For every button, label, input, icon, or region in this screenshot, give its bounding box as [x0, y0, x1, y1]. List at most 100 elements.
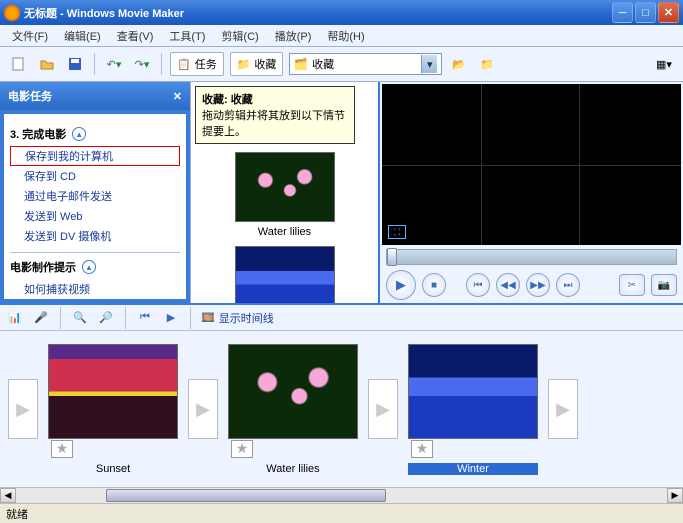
scroll-left-button[interactable]: ◀	[0, 488, 16, 503]
forward-button[interactable]: ▶▶	[526, 273, 550, 297]
timeline-area: 📊 🎤 🔍 🔎 ⏮ ▶ 🎞️ 显示时间线 ▶ ★ Sunset ▶ ★ Wate…	[0, 303, 683, 503]
split-button[interactable]: ✂	[619, 274, 645, 296]
play-timeline-button[interactable]: ▶	[162, 309, 180, 327]
menu-view[interactable]: 查看(V)	[111, 26, 160, 46]
narrate-button[interactable]: 🎤	[32, 309, 50, 327]
collection-dropdown[interactable]: 🗂️ 收藏 ▾	[289, 53, 442, 75]
effect-slot[interactable]: ★	[51, 440, 73, 458]
seek-bar[interactable]	[386, 249, 677, 265]
storyboard-clip-selected[interactable]: ★ Winter	[408, 344, 538, 475]
timeline-icon: 🎞️	[201, 311, 215, 324]
preview-pane: ⛶ ▶ ■ ⏮ ◀◀ ▶▶ ⏭ ✂ 📷	[378, 82, 683, 303]
transition-slot[interactable]: ▶	[188, 379, 218, 439]
clip-thumb-winter: ★	[408, 344, 538, 439]
tasks-icon: 📋	[177, 58, 191, 71]
title-bar: 无标题 - Windows Movie Maker ─ □ ✕	[0, 0, 683, 25]
effect-slot[interactable]: ★	[231, 440, 253, 458]
transition-slot[interactable]: ▶	[548, 379, 578, 439]
up-folder-button[interactable]: 📂	[448, 53, 470, 75]
task-save-to-cd[interactable]: 保存到 CD	[10, 166, 180, 186]
tooltip-title: 收藏: 收藏	[202, 94, 253, 106]
zoom-in-button[interactable]: 🔍	[71, 309, 89, 327]
menu-file[interactable]: 文件(F)	[6, 26, 54, 46]
menu-help[interactable]: 帮助(H)	[321, 26, 370, 46]
timeline-scrollbar[interactable]: ◀ ▶	[0, 487, 683, 503]
menu-edit[interactable]: 编辑(E)	[58, 26, 107, 46]
collection-item[interactable]: Water lilies	[195, 152, 374, 238]
next-clip-button[interactable]: ⏭	[556, 273, 580, 297]
chevron-down-icon[interactable]: ▾	[421, 55, 437, 73]
thumbnail-winter	[235, 246, 335, 303]
storyboard-clip[interactable]: ★ Water lilies	[228, 344, 358, 475]
scroll-right-button[interactable]: ▶	[667, 488, 683, 503]
preview-screen[interactable]: ⛶	[382, 84, 681, 245]
clip-label: Sunset	[48, 463, 178, 475]
snapshot-button[interactable]: 📷	[651, 274, 677, 296]
collapse-icon[interactable]: ▲	[82, 260, 96, 274]
menu-tools[interactable]: 工具(T)	[163, 26, 211, 46]
collection-pane: 收藏: 收藏 拖动剪辑并将其放到以下情节提要上。 Water lilies	[190, 82, 378, 303]
toolbar-divider	[94, 53, 95, 75]
toolbar: ↶▾ ↷▾ 📋 任务 📁 收藏 🗂️ 收藏 ▾ 📂 📁 ▦▾	[0, 47, 683, 82]
play-button[interactable]: ▶	[386, 270, 416, 300]
tip-capture-video[interactable]: 如何捕获视频	[10, 279, 180, 299]
tooltip: 收藏: 收藏 拖动剪辑并将其放到以下情节提要上。	[195, 86, 355, 144]
folder-icon: 📁	[237, 58, 251, 71]
collection-item-label: Water lilies	[195, 226, 374, 238]
tasks-button[interactable]: 📋 任务	[170, 52, 224, 76]
status-bar: 就绪	[0, 503, 683, 523]
new-project-button[interactable]	[8, 53, 30, 75]
new-folder-button[interactable]: 📁	[476, 53, 498, 75]
rewind-button[interactable]: ◀◀	[496, 273, 520, 297]
timeline-zoom-button[interactable]: 📊	[6, 309, 24, 327]
collection-item[interactable]	[195, 246, 374, 303]
menu-clip[interactable]: 剪辑(C)	[215, 26, 264, 46]
section-finish-movie: 3. 完成电影 ▲	[10, 126, 180, 142]
views-button[interactable]: ▦▾	[653, 53, 675, 75]
transition-slot[interactable]: ▶	[8, 379, 38, 439]
task-send-email[interactable]: 通过电子邮件发送	[10, 186, 180, 206]
window-title: 无标题 - Windows Movie Maker	[24, 5, 612, 21]
storyboard[interactable]: ▶ ★ Sunset ▶ ★ Water lilies ▶ ★ Winter ▶	[0, 331, 683, 487]
zoom-out-button[interactable]: 🔎	[97, 309, 115, 327]
task-pane-header: 电影任务 ✕	[0, 82, 190, 110]
main-area: 电影任务 ✕ 3. 完成电影 ▲ 保存到我的计算机 ↙ 保存到 CD 通过电子邮…	[0, 82, 683, 303]
collapse-icon[interactable]: ▲	[72, 127, 86, 141]
task-pane-close-icon[interactable]: ✕	[173, 90, 182, 103]
collections-button[interactable]: 📁 收藏	[230, 52, 284, 76]
tooltip-body: 拖动剪辑并将其放到以下情节提要上。	[202, 110, 345, 138]
show-timeline-toggle[interactable]: 🎞️ 显示时间线	[201, 310, 274, 326]
open-button[interactable]	[36, 53, 58, 75]
tasks-label: 任务	[195, 56, 217, 72]
scroll-track[interactable]	[16, 488, 667, 503]
task-send-dv[interactable]: 发送到 DV 摄像机	[10, 226, 180, 246]
timeline-toolbar: 📊 🎤 🔍 🔎 ⏮ ▶ 🎞️ 显示时间线	[0, 305, 683, 331]
save-button[interactable]	[64, 53, 86, 75]
transition-slot[interactable]: ▶	[368, 379, 398, 439]
menu-play[interactable]: 播放(P)	[269, 26, 318, 46]
fullscreen-button[interactable]: ⛶	[388, 225, 406, 239]
menu-bar: 文件(F) 编辑(E) 查看(V) 工具(T) 剪辑(C) 播放(P) 帮助(H…	[0, 25, 683, 47]
rewind-timeline-button[interactable]: ⏮	[136, 309, 154, 327]
maximize-button[interactable]: □	[635, 2, 656, 23]
app-icon	[4, 5, 20, 21]
undo-button[interactable]: ↶▾	[103, 53, 125, 75]
prev-clip-button[interactable]: ⏮	[466, 273, 490, 297]
redo-button[interactable]: ↷▾	[131, 53, 153, 75]
storyboard-clip[interactable]: ★ Sunset	[48, 344, 178, 475]
seek-thumb[interactable]	[387, 248, 397, 266]
stop-button[interactable]: ■	[422, 273, 446, 297]
tips-label: 电影制作提示	[10, 259, 76, 275]
close-button[interactable]: ✕	[658, 2, 679, 23]
task-send-web[interactable]: 发送到 Web	[10, 206, 180, 226]
folder-icon: 🗂️	[294, 58, 308, 71]
effect-slot[interactable]: ★	[411, 440, 433, 458]
grid-line	[382, 165, 681, 166]
grid-line	[481, 84, 482, 245]
minimize-button[interactable]: ─	[612, 2, 633, 23]
scroll-thumb[interactable]	[106, 489, 386, 502]
task-pane: 电影任务 ✕ 3. 完成电影 ▲ 保存到我的计算机 ↙ 保存到 CD 通过电子邮…	[0, 82, 190, 303]
task-save-to-computer[interactable]: 保存到我的计算机 ↙	[10, 146, 180, 166]
clip-thumb-lilies: ★	[228, 344, 358, 439]
player-controls: ▶ ■ ⏮ ◀◀ ▶▶ ⏭ ✂ 📷	[380, 267, 683, 303]
